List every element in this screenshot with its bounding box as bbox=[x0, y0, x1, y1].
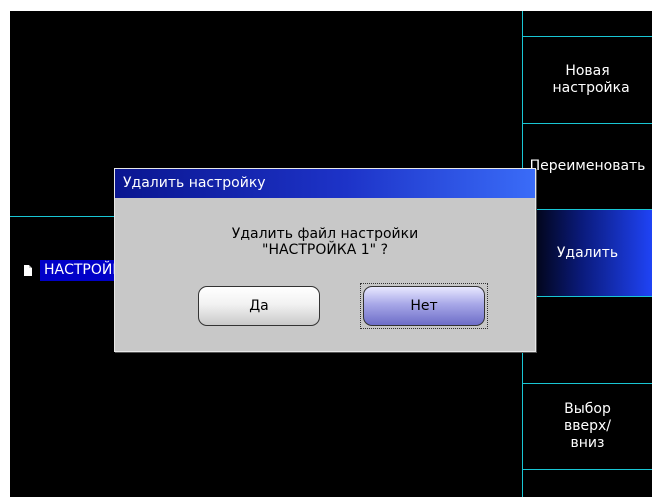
softkey-delete[interactable]: Удалить bbox=[522, 209, 652, 296]
softkey-select-up-down[interactable]: Выбор вверх/вниз bbox=[522, 383, 652, 469]
softkey-0[interactable] bbox=[522, 11, 652, 36]
softkey-select-label: Выбор вверх/вниз bbox=[563, 401, 611, 451]
yes-button[interactable]: Да bbox=[198, 286, 320, 326]
softkey-rename[interactable]: Переименовать bbox=[522, 123, 652, 209]
delete-setting-dialog: Удалить настройку Удалить файл настройки… bbox=[114, 168, 536, 352]
softkey-4[interactable] bbox=[522, 296, 652, 383]
dialog-title: Удалить настройку bbox=[115, 169, 535, 198]
dialog-message-line1: Удалить файл настройки bbox=[231, 226, 419, 242]
device-screen: Новая настройка Переименовать Удалить Вы… bbox=[10, 11, 652, 497]
no-button[interactable]: Нет bbox=[363, 286, 485, 326]
softkey-new-setting-label: Новая настройка bbox=[552, 63, 630, 96]
softkey-6[interactable] bbox=[522, 469, 652, 497]
softkey-new-setting[interactable]: Новая настройка bbox=[522, 36, 652, 123]
softkey-delete-label: Удалить bbox=[556, 244, 619, 261]
softkey-column: Новая настройка Переименовать Удалить Вы… bbox=[522, 11, 652, 497]
file-icon bbox=[24, 264, 32, 276]
dialog-message-line2: "НАСТРОЙКА 1" ? bbox=[262, 242, 388, 258]
softkey-rename-label: Переименовать bbox=[529, 158, 646, 174]
